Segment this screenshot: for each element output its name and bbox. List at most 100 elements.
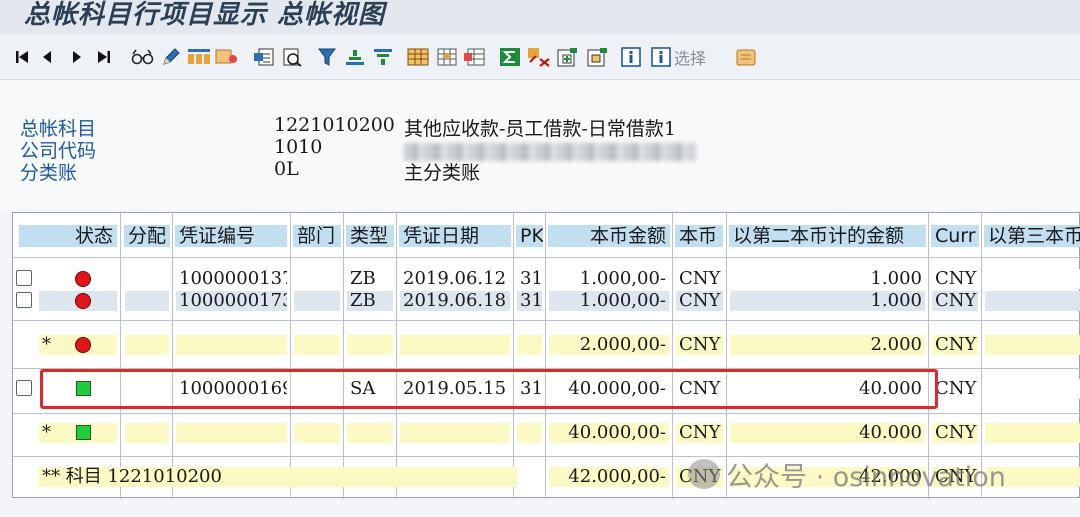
dept-cell: [294, 269, 340, 289]
doc-no-cell: [176, 335, 287, 355]
col-header-amount-3rd[interactable]: 以第三本币: [984, 225, 1080, 247]
scroll-icon[interactable]: [734, 46, 758, 68]
gl-account-value: 1221010200: [274, 114, 395, 136]
status-red-icon: [75, 337, 91, 353]
amount-lc-cell: 1.000,00-: [549, 269, 669, 289]
status-green-icon: [76, 425, 91, 440]
row-select-checkbox[interactable]: [16, 292, 32, 308]
pk-cell: [517, 335, 542, 355]
assign-cell: [125, 335, 169, 355]
layout-icon[interactable]: [434, 46, 460, 68]
amount-3rd-cell: [985, 269, 1080, 289]
type-cell: [347, 423, 393, 443]
select-button[interactable]: 选择: [674, 45, 706, 69]
status-red-icon: [75, 271, 91, 287]
col-header-amount-2nd[interactable]: 以第二本币计的金额: [729, 225, 926, 247]
sort-asc-icon[interactable]: [344, 46, 366, 68]
company-code-value: 1010: [274, 136, 323, 158]
col-header-assignment[interactable]: 分配: [124, 225, 170, 247]
scroll-icon[interactable]: [214, 46, 238, 68]
doc-no-cell: [176, 423, 287, 443]
amount-2nd-cell: 1.000: [730, 291, 925, 311]
amount-2nd-cell: 2.000: [730, 335, 925, 355]
doc-date-cell: [400, 335, 510, 355]
doc-date-cell: [400, 423, 510, 443]
ledger-value: 0L: [274, 158, 299, 180]
amount-3rd-cell: [985, 423, 1080, 443]
doc-date-cell: 2019.06.12: [400, 269, 510, 289]
amount-2nd-cell: 1.000: [730, 269, 925, 289]
curr-cell: CNY: [932, 335, 978, 355]
amount-lc-cell: 40.000,00-: [549, 423, 669, 443]
assign-cell: [125, 269, 169, 289]
ledger-label: 分类账: [20, 162, 78, 184]
last-page-icon[interactable]: [96, 46, 112, 68]
type-cell: ZB: [347, 291, 393, 311]
next-page-icon[interactable]: [70, 46, 84, 68]
dept-cell: [294, 423, 340, 443]
col-header-dept[interactable]: 部门: [293, 225, 341, 247]
pencil-icon[interactable]: [160, 46, 182, 68]
title-bar: 总帐科目行项目显示 总帐视图: [0, 0, 1080, 34]
watermark-text: 公众号 · osinnovation: [726, 461, 1006, 493]
glasses-icon[interactable]: [130, 46, 156, 68]
amount-3rd-cell: [985, 335, 1080, 355]
row-select-checkbox[interactable]: [16, 270, 32, 286]
total-label: ** 科目 1221010200: [39, 467, 517, 487]
layout-alt-icon[interactable]: [462, 46, 488, 68]
sort-desc-icon[interactable]: [372, 46, 394, 68]
col-header-status[interactable]: 状态: [19, 225, 117, 247]
dept-cell: [294, 335, 340, 355]
col-header-amount-lc[interactable]: 本币金额: [548, 225, 670, 247]
sum-icon[interactable]: [498, 46, 522, 68]
type-cell: ZB: [347, 269, 393, 289]
row-select-checkbox[interactable]: [16, 380, 32, 396]
info-select-icon[interactable]: [650, 46, 672, 68]
col-header-doc-date[interactable]: 凭证日期: [399, 225, 511, 247]
assign-cell: [125, 423, 169, 443]
doc-no-cell[interactable]: 1000000173: [176, 291, 287, 311]
col-header-lc[interactable]: 本币: [675, 225, 723, 247]
lc-cell: CNY: [676, 423, 723, 443]
amount-lc-cell: 2.000,00-: [549, 335, 669, 355]
col-header-doc-no[interactable]: 凭证编号: [175, 225, 287, 247]
ledger-desc: 主分类账: [404, 162, 481, 184]
pk-cell: 31: [517, 291, 542, 311]
col-header-type[interactable]: 类型: [346, 225, 394, 247]
first-page-icon[interactable]: [14, 46, 30, 68]
curr-cell: CNY: [932, 291, 978, 311]
dept-cell: [294, 291, 340, 311]
doc-date-cell: 2019.06.18: [400, 291, 510, 311]
amount-3rd-cell: [985, 379, 1080, 399]
filter-icon[interactable]: [316, 46, 338, 68]
amount-lc-cell: 1.000,00-: [549, 291, 669, 311]
subtotal-icon[interactable]: [526, 46, 552, 68]
type-cell: [347, 335, 393, 355]
column-select-icon[interactable]: [186, 46, 212, 68]
watermark: 公众号 · osinnovation: [688, 456, 1006, 493]
curr-cell: CNY: [932, 269, 978, 289]
status-red-icon: [75, 293, 91, 309]
assign-cell: [125, 291, 169, 311]
toolbar: 选择: [0, 34, 1080, 80]
amount-3rd-cell: [985, 291, 1080, 311]
lc-cell: CNY: [676, 291, 723, 311]
previous-page-icon[interactable]: [40, 46, 54, 68]
document-icon[interactable]: [252, 46, 276, 68]
amount-2nd-cell: 40.000: [730, 423, 925, 443]
export-icon[interactable]: [554, 46, 580, 68]
grid-icon[interactable]: [406, 46, 430, 68]
gl-account-desc: 其他应收款-员工借款-日常借款1: [404, 118, 676, 140]
col-header-pk[interactable]: PK: [516, 225, 543, 247]
curr-cell: CNY: [932, 423, 978, 443]
highlight-box: [40, 369, 938, 409]
info-icon[interactable]: [620, 46, 642, 68]
find-icon[interactable]: [280, 46, 304, 68]
pk-cell: [517, 423, 542, 443]
doc-no-cell[interactable]: 1000000137: [176, 269, 287, 289]
window-title: 总帐科目行项目显示 总帐视图: [24, 0, 386, 30]
col-header-curr[interactable]: Curr: [931, 225, 979, 247]
save-layout-icon[interactable]: [584, 46, 610, 68]
pk-cell: 31: [517, 269, 542, 289]
lc-cell: CNY: [676, 335, 723, 355]
